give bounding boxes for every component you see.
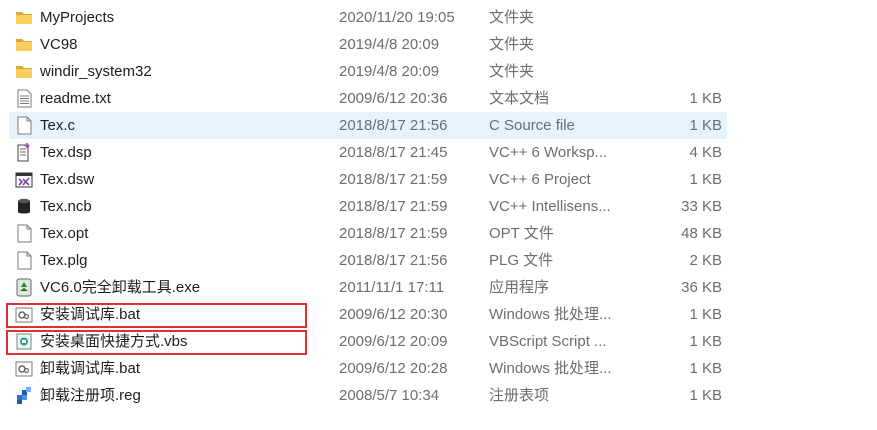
file-type: 应用程序 <box>489 279 550 296</box>
file-type: 文件夹 <box>489 9 535 26</box>
file-date: 2008/5/7 10:34 <box>339 387 440 404</box>
file-row[interactable]: 卸载调试库.bat 2009/6/12 20:28 Windows 批处理... 1 … <box>0 355 877 382</box>
file-name: readme.txt <box>40 90 111 107</box>
file-row[interactable]: VC6.0完全卸载工具.exe 2011/11/1 17:11 应用程序 36 KB <box>0 274 877 301</box>
file-size: 48 KB <box>681 225 722 242</box>
file-type: VC++ 6 Worksp... <box>489 144 608 161</box>
visual-studio-icon <box>15 170 33 189</box>
file-name: 安装调试库.bat <box>40 306 141 323</box>
file-type: 文件夹 <box>489 63 535 80</box>
file-type: VBScript Script ... <box>489 333 607 350</box>
file-row[interactable]: 安装桌面快捷方式.vbs 2009/6/12 20:09 VBScript Scri… <box>0 328 877 355</box>
folder-icon <box>15 8 33 27</box>
file-date: 2018/8/17 21:56 <box>339 252 448 269</box>
file-size: 4 KB <box>689 144 722 161</box>
file-type: Windows 批处理... <box>489 360 612 377</box>
file-date: 2009/6/12 20:30 <box>339 306 448 323</box>
file-type: 注册表项 <box>489 387 550 404</box>
file-size: 1 KB <box>689 333 722 350</box>
file-name: 卸载调试库.bat <box>40 360 141 377</box>
file-size: 1 KB <box>689 306 722 323</box>
file-date: 2009/6/12 20:28 <box>339 360 448 377</box>
text-file-icon <box>15 89 33 108</box>
file-date: 2020/11/20 19:05 <box>339 9 455 26</box>
file-row[interactable]: Tex.ncb 2018/8/17 21:59 VC++ Intellisens..… <box>0 193 877 220</box>
file-date: 2018/8/17 21:59 <box>339 225 448 242</box>
file-name: VC6.0完全卸载工具.exe <box>40 279 201 296</box>
file-size: 1 KB <box>689 117 722 134</box>
file-date: 2019/4/8 20:09 <box>339 63 440 80</box>
file-date: 2011/11/1 17:11 <box>339 279 445 296</box>
file-type: C Source file <box>489 117 575 134</box>
file-date: 2019/4/8 20:09 <box>339 36 440 53</box>
batch-file-icon <box>15 305 33 324</box>
file-row[interactable]: readme.txt 2009/6/12 20:36 文本文档 1 KB <box>0 85 877 112</box>
file-date: 2018/8/17 21:59 <box>339 171 448 188</box>
file-row[interactable]: Tex.opt 2018/8/17 21:59 OPT 文件 48 KB <box>0 220 877 247</box>
file-name: Tex.ncb <box>40 198 92 215</box>
vc-workspace-icon <box>15 143 33 162</box>
file-name: Tex.dsp <box>40 144 92 161</box>
file-row[interactable]: 安装调试库.bat 2009/6/12 20:30 Windows 批处理... 1 … <box>0 301 877 328</box>
file-name: Tex.c <box>40 117 76 134</box>
vbscript-file-icon <box>15 332 33 351</box>
file-size: 2 KB <box>689 252 722 269</box>
file-row[interactable]: Tex.dsw 2018/8/17 21:59 VC++ 6 Project 1 KB <box>0 166 877 193</box>
file-type: Windows 批处理... <box>489 306 612 323</box>
file-type: OPT 文件 <box>489 225 554 242</box>
file-size: 36 KB <box>681 279 722 296</box>
file-name: VC98 <box>40 36 78 53</box>
file-type: PLG 文件 <box>489 252 554 269</box>
file-date: 2018/8/17 21:59 <box>339 198 448 215</box>
file-name: windir_system32 <box>40 63 152 80</box>
file-name: Tex.dsw <box>40 171 95 188</box>
file-size: 1 KB <box>689 90 722 107</box>
file-row[interactable]: 卸载注册项.reg 2008/5/7 10:34 注册表项 1 KB <box>0 382 877 409</box>
blank-file-icon <box>15 224 33 243</box>
file-type: 文件夹 <box>489 36 535 53</box>
file-name: MyProjects <box>40 9 115 26</box>
file-size: 1 KB <box>689 360 722 377</box>
blank-file-icon <box>15 116 33 135</box>
file-row[interactable]: Tex.dsp 2018/8/17 21:45 VC++ 6 Worksp... 4 … <box>0 139 877 166</box>
file-list: MyProjects 2020/11/20 19:05 文件夹 VC98 2019/4/… <box>0 4 877 409</box>
file-type: VC++ Intellisens... <box>489 198 611 215</box>
file-size: 1 KB <box>689 387 722 404</box>
folder-icon <box>15 62 33 81</box>
file-date: 2018/8/17 21:56 <box>339 117 448 134</box>
file-type: 文本文档 <box>489 90 550 107</box>
file-date: 2009/6/12 20:09 <box>339 333 448 350</box>
file-name: 卸载注册项.reg <box>40 387 141 404</box>
file-name: 安装桌面快捷方式.vbs <box>40 333 188 350</box>
file-date: 2018/8/17 21:45 <box>339 144 448 161</box>
file-row[interactable]: windir_system32 2019/4/8 20:09 文件夹 <box>0 58 877 85</box>
batch-file-icon <box>15 359 33 378</box>
folder-icon <box>15 35 33 54</box>
database-icon <box>15 197 33 216</box>
recycle-app-icon <box>15 278 33 297</box>
blank-file-icon <box>15 251 33 270</box>
file-name: Tex.opt <box>40 225 89 242</box>
file-size: 1 KB <box>689 171 722 188</box>
file-name: Tex.plg <box>40 252 88 269</box>
file-type: VC++ 6 Project <box>489 171 591 188</box>
file-row[interactable]: MyProjects 2020/11/20 19:05 文件夹 <box>0 4 877 31</box>
file-date: 2009/6/12 20:36 <box>339 90 448 107</box>
file-row[interactable]: VC98 2019/4/8 20:09 文件夹 <box>0 31 877 58</box>
registry-file-icon <box>15 386 33 405</box>
file-size: 33 KB <box>681 198 722 215</box>
file-row[interactable]: Tex.plg 2018/8/17 21:56 PLG 文件 2 KB <box>0 247 877 274</box>
file-row[interactable]: Tex.c 2018/8/17 21:56 C Source file 1 KB <box>0 112 877 139</box>
